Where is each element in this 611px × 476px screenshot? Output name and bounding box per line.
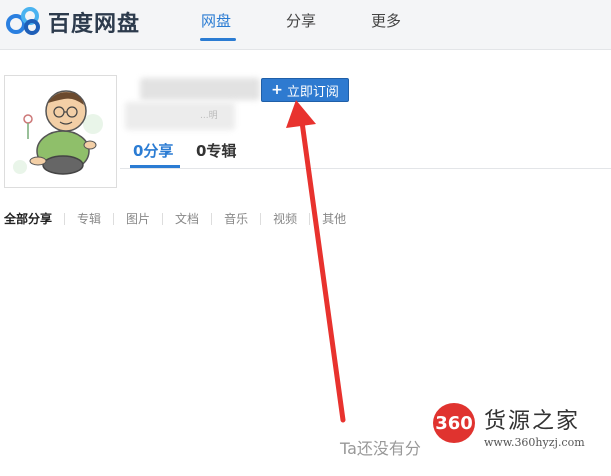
top-nav-bar: 百度网盘 网盘 分享 更多 <box>0 0 611 50</box>
watermark-360-logo: 360 <box>433 403 475 443</box>
blurred-description <box>125 102 235 130</box>
blurred-username <box>140 78 260 100</box>
cartoon-avatar-icon <box>8 79 113 184</box>
divider <box>309 212 311 225</box>
profile-divider <box>120 168 611 169</box>
nav-tab-more[interactable]: 更多 <box>371 10 401 31</box>
divider <box>260 212 262 225</box>
watermark-title: 货源之家 <box>484 409 581 434</box>
blurred-hint: ...明 <box>200 111 218 121</box>
nav-tab-netdisk[interactable]: 网盘 <box>201 10 231 31</box>
empty-state-message: Ta还没有分 <box>340 439 421 458</box>
divider <box>64 212 66 225</box>
subscribe-button[interactable]: + 立即订阅 <box>261 78 349 102</box>
filter-documents[interactable]: 文档 <box>175 210 199 227</box>
stat-shares-tab[interactable]: 0分享 <box>133 140 173 161</box>
subscribe-label: 立即订阅 <box>286 84 339 100</box>
share-filter-bar: 全部分享 专辑 图片 文档 音乐 视频 其他 <box>4 210 346 227</box>
divider <box>162 212 164 225</box>
plus-icon: + <box>271 82 283 98</box>
watermark-url: www.360hyzj.com <box>484 436 585 449</box>
filter-video[interactable]: 视频 <box>273 210 297 227</box>
brand-title[interactable]: 百度网盘 <box>48 6 140 38</box>
filter-all[interactable]: 全部分享 <box>4 210 52 227</box>
divider <box>113 212 115 225</box>
baidu-netdisk-logo-icon[interactable] <box>6 6 42 36</box>
filter-images[interactable]: 图片 <box>126 210 150 227</box>
active-tab-indicator <box>200 38 236 41</box>
filter-albums[interactable]: 专辑 <box>77 210 101 227</box>
nav-tab-share[interactable]: 分享 <box>286 10 316 31</box>
filter-other[interactable]: 其他 <box>322 210 346 227</box>
user-avatar[interactable] <box>4 75 117 188</box>
divider <box>211 212 213 225</box>
stat-albums-tab[interactable]: 0专辑 <box>196 140 236 161</box>
filter-music[interactable]: 音乐 <box>224 210 248 227</box>
